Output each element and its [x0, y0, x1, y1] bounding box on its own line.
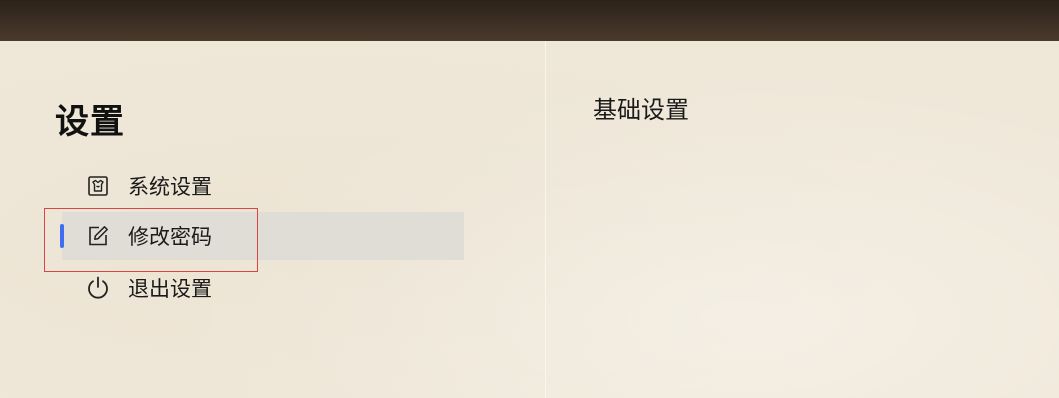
sidebar-item-label: 系统设置	[128, 175, 212, 199]
sidebar-title: 设置	[55, 102, 125, 142]
sidebar-item-system-settings[interactable]: 系统设置	[62, 162, 464, 210]
system-settings-icon	[85, 173, 111, 199]
power-icon	[85, 275, 111, 301]
settings-window: 设置 系统设置 修改密码 退出设置 基础设置	[0, 0, 1059, 398]
main-content: 基础设置	[546, 41, 1059, 398]
highlight-box	[44, 208, 258, 272]
top-bar	[0, 0, 1059, 41]
sidebar-item-label: 退出设置	[128, 277, 212, 301]
content-title: 基础设置	[593, 96, 689, 124]
